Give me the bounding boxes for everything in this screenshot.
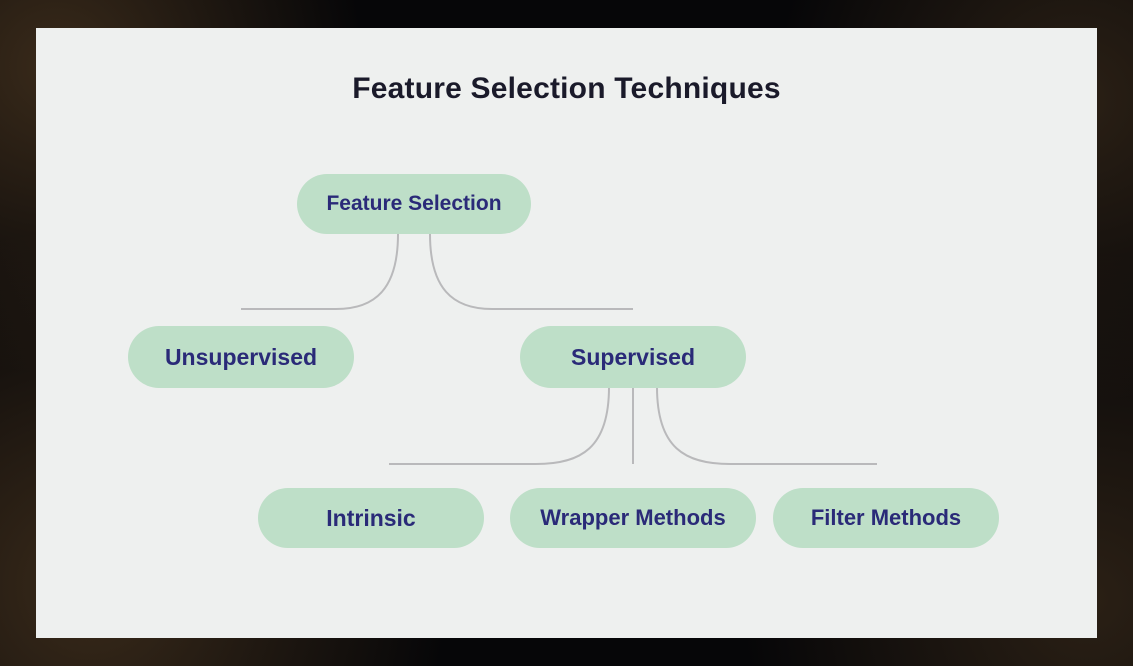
node-label: Supervised	[571, 344, 695, 371]
node-supervised: Supervised	[520, 326, 746, 388]
outer-frame: Feature Selection Techniques Feature Sel…	[0, 0, 1133, 666]
node-feature-selection: Feature Selection	[297, 174, 531, 234]
node-unsupervised: Unsupervised	[128, 326, 354, 388]
node-wrapper-methods: Wrapper Methods	[510, 488, 756, 548]
node-label: Filter Methods	[811, 505, 961, 531]
node-label: Unsupervised	[165, 344, 317, 371]
node-label: Feature Selection	[326, 192, 501, 216]
node-intrinsic: Intrinsic	[258, 488, 484, 548]
node-label: Intrinsic	[326, 505, 415, 532]
node-filter-methods: Filter Methods	[773, 488, 999, 548]
node-label: Wrapper Methods	[540, 505, 725, 531]
diagram-panel: Feature Selection Techniques Feature Sel…	[36, 28, 1097, 638]
